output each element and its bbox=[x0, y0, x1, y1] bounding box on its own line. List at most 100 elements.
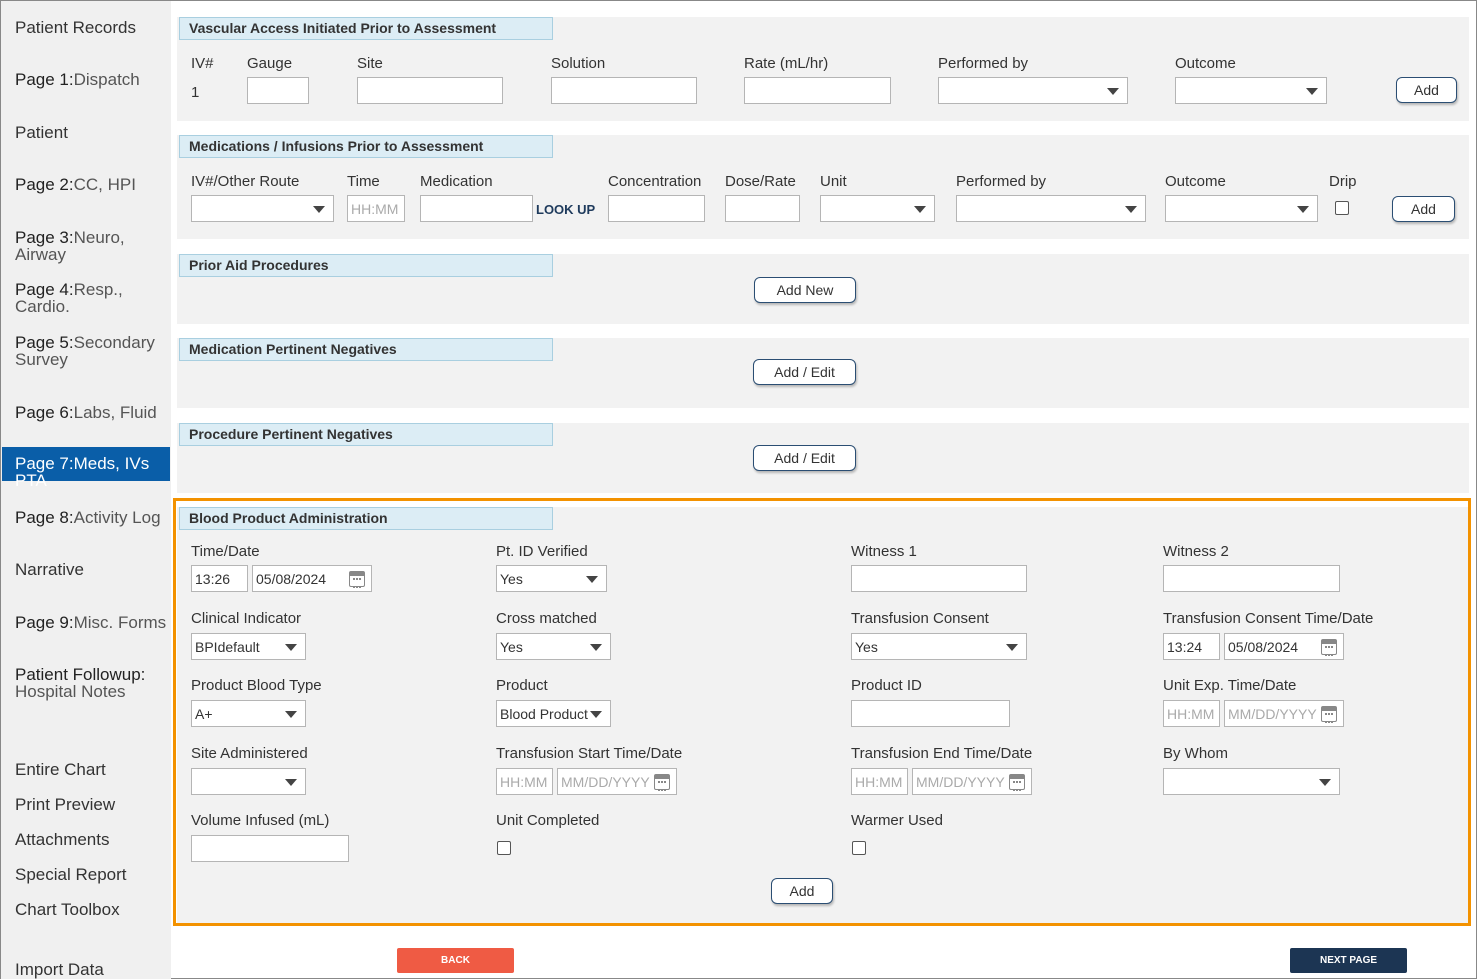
sidebar-item-entire-chart[interactable]: Entire Chart bbox=[15, 761, 106, 778]
warmer-used-checkbox[interactable] bbox=[852, 841, 866, 855]
cross-matched-select[interactable]: Yes bbox=[496, 633, 611, 660]
section-title: Prior Aid Procedures bbox=[179, 254, 553, 277]
transfusion-consent-select[interactable]: Yes bbox=[851, 633, 1027, 660]
product-id-input[interactable] bbox=[851, 700, 1010, 727]
warmer-used-label: Warmer Used bbox=[851, 812, 943, 829]
calendar-icon[interactable] bbox=[1321, 706, 1337, 723]
unit-completed-checkbox[interactable] bbox=[497, 841, 511, 855]
vascular-add-button[interactable]: Add bbox=[1396, 77, 1457, 103]
site-administered-select[interactable] bbox=[191, 768, 306, 795]
date-placeholder: MM/DD/YYYY bbox=[561, 774, 650, 790]
unit-exp-date-input[interactable]: MM/DD/YYYY bbox=[1224, 700, 1344, 727]
sidebar-item-patient-records[interactable]: Patient Records bbox=[15, 19, 136, 36]
sidebar-item-chart-toolbox[interactable]: Chart Toolbox bbox=[15, 901, 120, 918]
iv-number-value: 1 bbox=[191, 84, 200, 101]
outcome-select[interactable] bbox=[1165, 195, 1318, 222]
performed-by-select[interactable] bbox=[938, 77, 1128, 104]
sidebar-item-label: Print Preview bbox=[15, 795, 116, 814]
outcome-select[interactable] bbox=[1175, 77, 1327, 104]
blood-product-section: Blood Product Administration Time/Date 1… bbox=[177, 507, 1469, 923]
gauge-label: Gauge bbox=[247, 55, 293, 72]
dose-rate-input[interactable] bbox=[725, 195, 800, 222]
sidebar-item-attachments[interactable]: Attachments bbox=[15, 831, 110, 848]
procedure-negatives-edit-button[interactable]: Add / Edit bbox=[753, 445, 856, 471]
sidebar-item-label: Labs, Fluid bbox=[73, 403, 157, 422]
time-input[interactable]: 13:26 bbox=[191, 565, 248, 592]
calendar-icon[interactable] bbox=[1321, 639, 1337, 656]
end-date-input[interactable]: MM/DD/YYYY bbox=[912, 768, 1032, 795]
sidebar-item-resp-cardio[interactable]: Page 4:Resp., Cardio. bbox=[15, 281, 171, 315]
calendar-icon[interactable] bbox=[654, 774, 670, 791]
sidebar-item-label: Chart Toolbox bbox=[15, 900, 120, 919]
sidebar-item-special-report[interactable]: Special Report bbox=[15, 866, 127, 883]
sidebar-item-secondary-survey[interactable]: Page 5:Secondary Survey bbox=[15, 334, 155, 368]
select-value: Blood Product bbox=[500, 706, 588, 722]
next-page-button[interactable]: NEXT PAGE bbox=[1290, 948, 1407, 973]
calendar-icon[interactable] bbox=[349, 571, 365, 588]
product-select[interactable]: Blood Product bbox=[496, 700, 611, 727]
start-time-input[interactable]: HH:MM bbox=[496, 768, 553, 795]
witness-2-input[interactable] bbox=[1163, 565, 1340, 592]
blood-type-select[interactable]: A+ bbox=[191, 700, 306, 727]
unit-label: Unit bbox=[820, 173, 847, 190]
volume-label: Volume Infused (mL) bbox=[191, 812, 330, 829]
performed-by-select[interactable] bbox=[956, 195, 1146, 222]
sidebar-item-patient[interactable]: Patient bbox=[15, 124, 68, 141]
sidebar-item-cc-hpi[interactable]: Page 2:CC, HPI bbox=[15, 176, 136, 193]
witness-1-input[interactable] bbox=[851, 565, 1027, 592]
sidebar-item-misc-forms[interactable]: Page 9:Misc. Forms bbox=[15, 614, 166, 631]
end-time-input[interactable]: HH:MM bbox=[851, 768, 908, 795]
unit-select[interactable] bbox=[820, 195, 935, 222]
medications-add-button[interactable]: Add bbox=[1392, 196, 1455, 222]
procedure-negatives-section: Procedure Pertinent Negatives Add / Edit bbox=[177, 423, 1469, 493]
add-new-button[interactable]: Add New bbox=[754, 277, 856, 303]
cross-matched-label: Cross matched bbox=[496, 610, 597, 627]
sidebar-item-hospital-notes[interactable]: Patient Followup: Hospital Notes bbox=[15, 666, 145, 700]
clinical-indicator-select[interactable]: BPIdefault bbox=[191, 633, 306, 660]
sidebar-item-meds-ivs-pta[interactable]: Page 7:Meds, IVs PTA bbox=[2, 447, 170, 489]
sidebar-item-num: Page 9: bbox=[15, 613, 74, 632]
route-select[interactable] bbox=[191, 195, 334, 222]
pt-id-verified-select[interactable]: Yes bbox=[496, 565, 607, 592]
sidebar-item-print-preview[interactable]: Print Preview bbox=[15, 796, 115, 813]
rate-input[interactable] bbox=[744, 77, 891, 104]
select-value: A+ bbox=[195, 706, 213, 722]
sidebar-item-dispatch[interactable]: Page 1:Dispatch bbox=[15, 71, 140, 88]
performed-by-label: Performed by bbox=[938, 55, 1029, 72]
section-title: Medications / Infusions Prior to Assessm… bbox=[179, 135, 553, 158]
sidebar-item-labs-fluid[interactable]: Page 6:Labs, Fluid bbox=[15, 404, 157, 421]
consent-time-input[interactable]: 13:24 bbox=[1163, 633, 1220, 660]
rate-label: Rate (mL/hr) bbox=[744, 55, 829, 72]
date-value: 05/08/2024 bbox=[1228, 639, 1299, 655]
time-input[interactable]: HH:MM bbox=[347, 195, 405, 222]
lookup-link[interactable]: LOOK UP bbox=[536, 202, 595, 217]
back-button[interactable]: BACK bbox=[397, 948, 514, 973]
volume-input[interactable] bbox=[191, 835, 349, 862]
sidebar-item-neuro-airway[interactable]: Page 3:Neuro, Airway bbox=[15, 229, 171, 263]
date-input[interactable]: 05/08/2024 bbox=[252, 565, 372, 592]
by-whom-select[interactable] bbox=[1163, 768, 1340, 795]
sidebar-item-label: Import Data bbox=[15, 960, 104, 979]
sidebar-item-import-data[interactable]: Import Data bbox=[15, 961, 104, 978]
unit-exp-time-input[interactable]: HH:MM bbox=[1163, 700, 1220, 727]
gauge-input[interactable] bbox=[247, 77, 309, 104]
sidebar-item-narrative[interactable]: Narrative bbox=[15, 561, 84, 578]
concentration-input[interactable] bbox=[608, 195, 705, 222]
chevron-down-icon bbox=[1297, 206, 1309, 213]
medication-negatives-edit-button[interactable]: Add / Edit bbox=[753, 359, 856, 385]
calendar-icon[interactable] bbox=[1009, 774, 1025, 791]
sidebar-item-label: Patient bbox=[15, 123, 68, 142]
end-time-label: Transfusion End Time/Date bbox=[851, 745, 1033, 762]
drip-checkbox[interactable] bbox=[1335, 201, 1349, 215]
site-input[interactable] bbox=[357, 77, 503, 104]
start-date-input[interactable]: MM/DD/YYYY bbox=[557, 768, 677, 795]
sidebar-item-label: Secondary bbox=[73, 333, 155, 352]
blood-add-button[interactable]: Add bbox=[771, 878, 833, 904]
medication-input[interactable] bbox=[420, 195, 533, 222]
site-label: Site bbox=[357, 55, 383, 72]
sidebar-item-activity-log[interactable]: Page 8:Activity Log bbox=[15, 509, 161, 526]
start-time-label: Transfusion Start Time/Date bbox=[496, 745, 683, 762]
consent-date-input[interactable]: 05/08/2024 bbox=[1224, 633, 1344, 660]
chevron-down-icon bbox=[914, 206, 926, 213]
solution-input[interactable] bbox=[551, 77, 697, 104]
